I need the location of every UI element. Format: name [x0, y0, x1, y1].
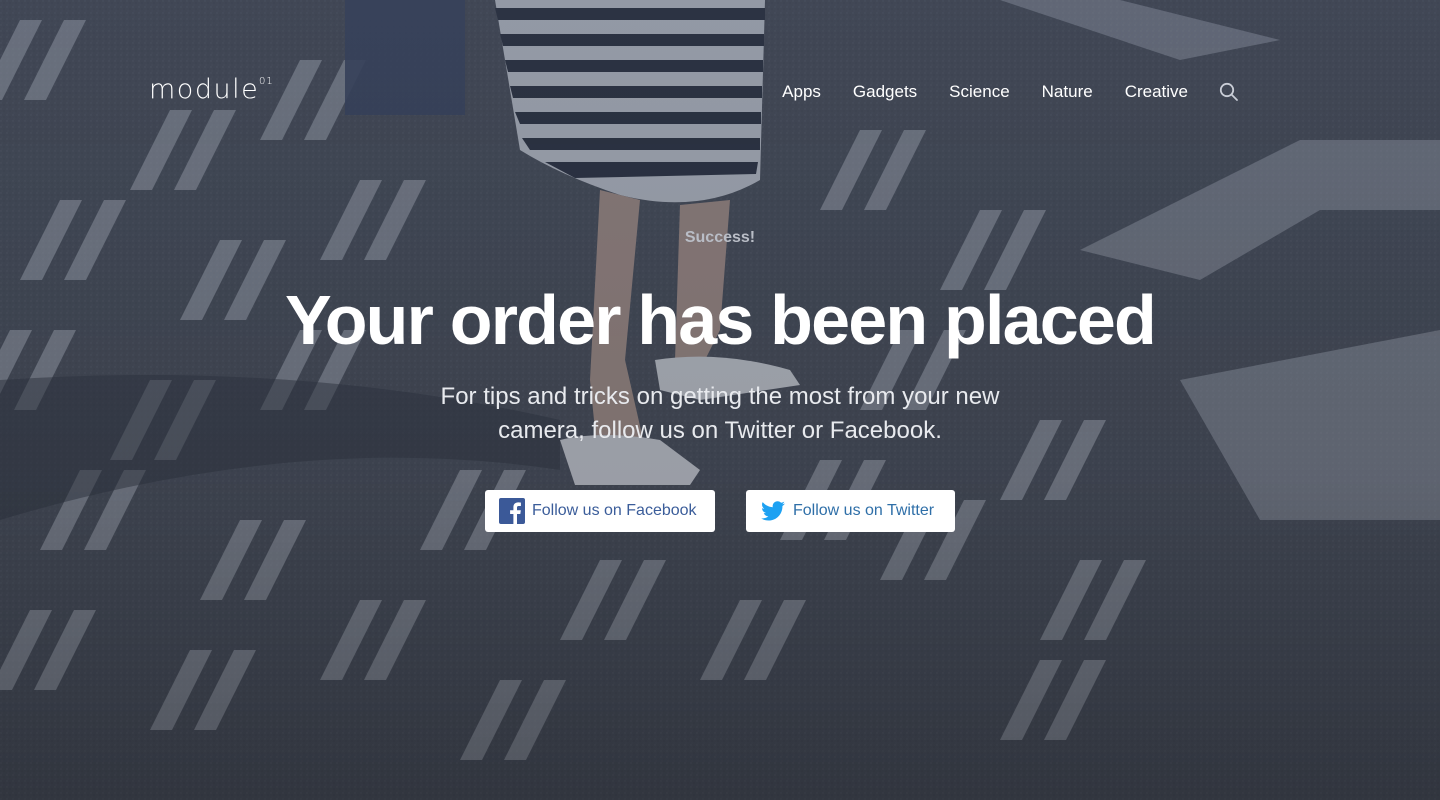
nav-item-creative[interactable]: Creative [1125, 82, 1188, 102]
nav-item-gadgets[interactable]: Gadgets [853, 82, 917, 102]
logo[interactable]: module 01 [149, 74, 273, 105]
logo-superscript: 01 [259, 76, 274, 87]
facebook-icon [499, 498, 525, 524]
nav-item-apps[interactable]: Apps [782, 82, 821, 102]
logo-text: module [149, 74, 260, 105]
facebook-button-label: Follow us on Facebook [532, 502, 697, 519]
hero-section: module 01 Apps Gadgets Science Nature Cr… [0, 0, 1440, 800]
nav-item-nature[interactable]: Nature [1042, 82, 1093, 102]
search-icon[interactable] [1218, 81, 1240, 103]
twitter-button-label: Follow us on Twitter [793, 502, 935, 519]
hero-subtext: For tips and tricks on getting the most … [440, 383, 1000, 444]
page-title: Your order has been placed [285, 281, 1157, 359]
twitter-icon [760, 498, 786, 524]
nav-item-science[interactable]: Science [949, 82, 1009, 102]
social-buttons: Follow us on Facebook Follow us on Twitt… [0, 490, 1440, 532]
follow-facebook-button[interactable]: Follow us on Facebook [485, 490, 715, 532]
follow-twitter-button[interactable]: Follow us on Twitter [746, 490, 955, 532]
success-eyebrow: Success! [684, 229, 756, 246]
main-nav: Apps Gadgets Science Nature Creative [782, 80, 1240, 104]
